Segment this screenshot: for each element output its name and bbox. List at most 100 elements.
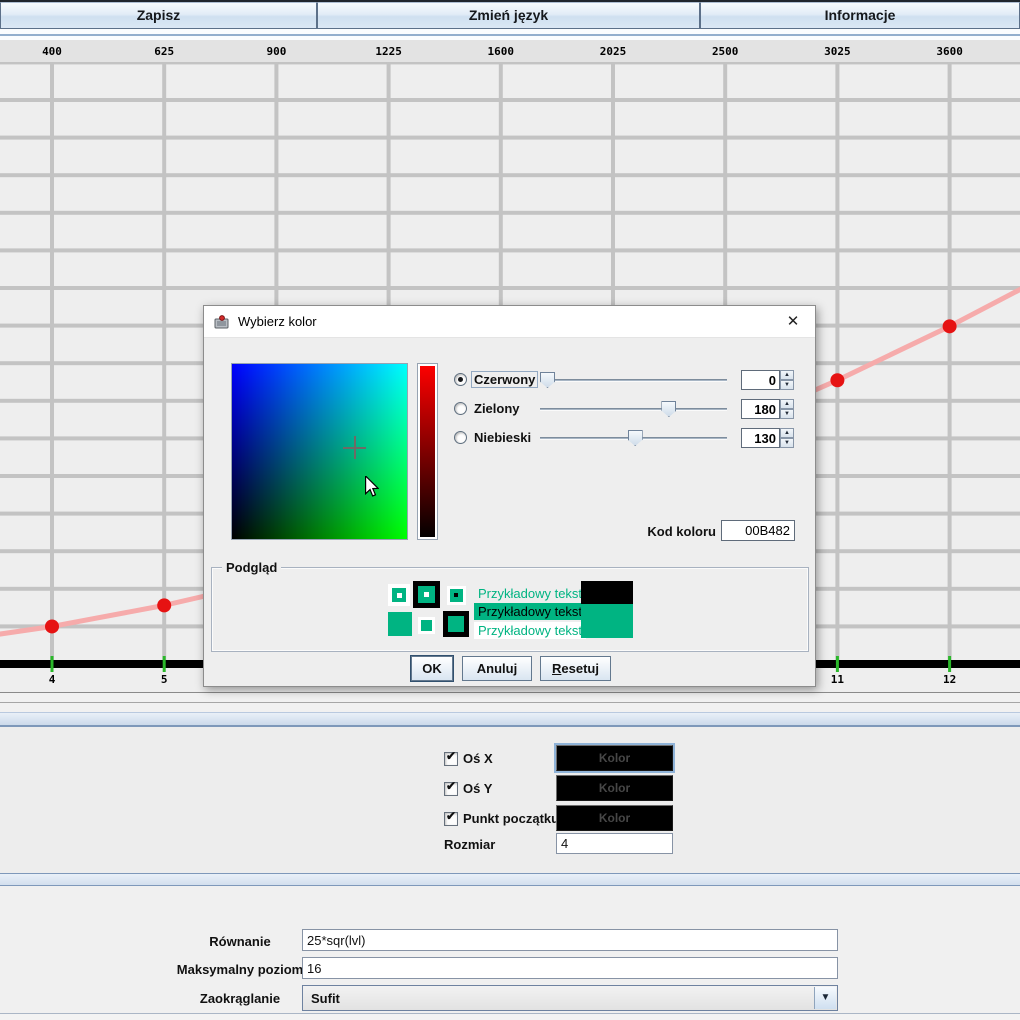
preview-swatch [443, 611, 469, 637]
os-y-label: Oś Y [463, 781, 492, 796]
punkt-poczatku-color-button[interactable]: Kolor [556, 805, 673, 831]
spinner-down-icon[interactable]: ▼ [780, 438, 794, 448]
color-chooser-dialog: Wybierz kolor ✕ Czerwony ▲▼ Zielony [203, 305, 816, 687]
color-chooser-icon [214, 314, 230, 335]
niebieski-spinner: ▲▼ [741, 428, 794, 448]
radio-czerwony[interactable] [454, 373, 467, 386]
svg-text:11: 11 [831, 673, 845, 686]
slider-thumb[interactable] [661, 401, 676, 417]
axes-settings-panel: ✔ Oś X Kolor ✔ Oś Y Kolor ✔ Punkt począt… [0, 727, 1020, 873]
section-divider [0, 873, 1020, 886]
rownanie-input[interactable] [302, 929, 838, 951]
checkbox-os-y[interactable]: ✔ [444, 782, 458, 796]
os-x-label: Oś X [463, 751, 493, 766]
preview-swatch [388, 584, 410, 606]
sample-text-on-white: Przykładowy tekst [474, 622, 586, 639]
top-axis-label: 400 [42, 45, 62, 58]
dialog-title: Wybierz kolor [238, 314, 317, 329]
os-x-color-button[interactable]: Kolor [556, 745, 673, 771]
rownanie-label: Równanie [160, 934, 320, 949]
top-axis-label: 1225 [375, 45, 402, 58]
top-axis-label: 625 [154, 45, 174, 58]
os-y-color-button[interactable]: Kolor [556, 775, 673, 801]
slider-thumb[interactable] [540, 372, 555, 388]
spinner-up-icon[interactable]: ▲ [780, 370, 794, 380]
punkt-poczatku-label: Punkt początku [463, 811, 559, 826]
color-selection-crosshair [354, 436, 356, 459]
sample-text-plain: Przykładowy tekst [478, 586, 582, 601]
spinner-up-icon[interactable]: ▲ [780, 399, 794, 409]
mouse-cursor-icon [364, 476, 379, 502]
change-language-button[interactable]: Zmień język [317, 2, 700, 29]
kod-koloru-input[interactable] [721, 520, 795, 541]
niebieski-slider[interactable] [538, 429, 729, 447]
top-axis-label: 3025 [824, 45, 851, 58]
color-gradient-picker[interactable] [231, 363, 408, 540]
toolbar-separator [0, 29, 1020, 40]
check-icon: ✔ [446, 749, 456, 763]
zielony-slider[interactable] [538, 400, 729, 418]
top-axis-ruler: 400 625 900 1225 1600 2025 2500 3025 3600 [0, 40, 1020, 62]
rozmiar-input[interactable] [556, 833, 673, 854]
zaokraglanie-selected-value: Sufit [311, 991, 340, 1006]
dialog-title-bar[interactable]: Wybierz kolor ✕ [204, 306, 815, 338]
rozmiar-label: Rozmiar [444, 837, 495, 852]
radio-zielony[interactable] [454, 402, 467, 415]
red-channel-row: Czerwony ▲▼ [452, 369, 797, 391]
preview-title: Podgląd [222, 560, 281, 575]
anuluj-button[interactable]: Anuluj [462, 656, 532, 681]
svg-text:4: 4 [49, 673, 56, 686]
section-divider [0, 692, 1020, 727]
maksymalny-poziom-input[interactable] [302, 957, 838, 979]
spinner-down-icon[interactable]: ▼ [780, 380, 794, 390]
sample-text-highlighted: Przykładowy tekst [474, 603, 586, 620]
zielony-value-input[interactable] [741, 399, 780, 419]
blue-channel-row: Niebieski ▲▼ [452, 427, 797, 449]
equation-panel: Równanie Maksymalny poziom Zaokrąglanie … [0, 886, 1020, 1013]
check-icon: ✔ [446, 809, 456, 823]
menu-bar: Zapisz Zmień język Informacje [0, 0, 1020, 29]
czerwony-value-input[interactable] [741, 370, 780, 390]
czerwony-spinner: ▲▼ [741, 370, 794, 390]
preview-swatch [388, 612, 412, 636]
top-axis-label: 2500 [712, 45, 739, 58]
svg-text:12: 12 [943, 673, 956, 686]
spinner-down-icon[interactable]: ▼ [780, 409, 794, 419]
top-axis-label: 3600 [936, 45, 963, 58]
check-icon: ✔ [446, 779, 456, 793]
top-axis-label: 2025 [600, 45, 627, 58]
preview-color-block-old [581, 581, 633, 604]
checkbox-os-x[interactable]: ✔ [444, 752, 458, 766]
application-window: Zapisz Zmień język Informacje 400 625 900 1… [0, 0, 1020, 1020]
svg-text:5: 5 [161, 673, 168, 686]
slider-thumb[interactable] [628, 430, 643, 446]
information-button[interactable]: Informacje [700, 2, 1020, 29]
top-axis-label: 1600 [488, 45, 515, 58]
kod-koloru-label: Kod koloru [584, 524, 716, 539]
red-channel-bar[interactable] [417, 363, 438, 540]
zaokraglanie-label: Zaokrąglanie [160, 991, 320, 1006]
zaokraglanie-dropdown[interactable]: Sufit ▼ [302, 985, 838, 1011]
top-axis-label: 900 [266, 45, 286, 58]
spinner-up-icon[interactable]: ▲ [780, 428, 794, 438]
close-icon[interactable]: ✕ [781, 311, 805, 333]
green-channel-row: Zielony ▲▼ [452, 398, 797, 420]
resetuj-button[interactable]: Resetuj [540, 656, 611, 681]
zielony-spinner: ▲▼ [741, 399, 794, 419]
zielony-label: Zielony [474, 401, 520, 416]
preview-swatch [413, 581, 440, 608]
chevron-down-icon: ▼ [821, 992, 831, 1003]
radio-niebieski[interactable] [454, 431, 467, 444]
checkbox-punkt-poczatku[interactable]: ✔ [444, 812, 458, 826]
ok-button[interactable]: OK [411, 656, 453, 681]
status-strip [0, 1013, 1020, 1020]
preview-color-block-new [581, 604, 633, 638]
maksymalny-poziom-label: Maksymalny poziom [160, 962, 320, 977]
dropdown-arrow-button[interactable]: ▼ [814, 987, 836, 1009]
niebieski-value-input[interactable] [741, 428, 780, 448]
save-button[interactable]: Zapisz [0, 2, 317, 29]
niebieski-label: Niebieski [474, 430, 531, 445]
preview-swatch [418, 617, 435, 634]
czerwony-slider[interactable] [538, 371, 729, 389]
czerwony-label: Czerwony [472, 372, 537, 387]
